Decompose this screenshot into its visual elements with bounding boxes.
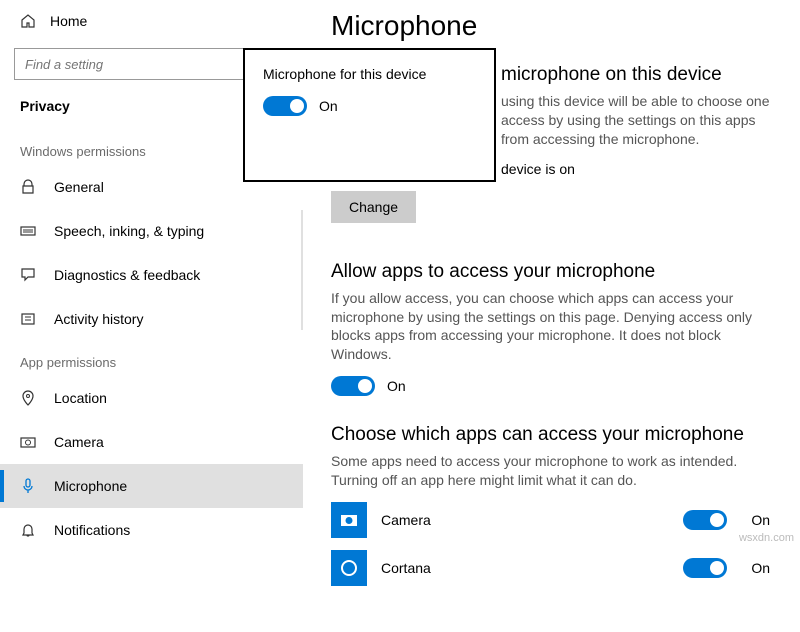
nav-label: Speech, inking, & typing	[54, 223, 204, 239]
section-allow-apps-desc: If you allow access, you can choose whic…	[331, 289, 770, 365]
sidebar-item-location[interactable]: Location	[0, 376, 303, 420]
location-icon	[20, 390, 36, 406]
sidebar-item-notifications[interactable]: Notifications	[0, 508, 303, 552]
page-title: Microphone	[331, 10, 770, 42]
app-toggle-cortana[interactable]	[683, 558, 727, 578]
home-nav[interactable]: Home	[0, 0, 303, 42]
nav-label: Diagnostics & feedback	[54, 267, 200, 283]
sidebar-item-microphone[interactable]: Microphone	[0, 464, 303, 508]
nav-label: Microphone	[54, 478, 127, 494]
popup-toggle-row: On	[263, 96, 476, 116]
home-label: Home	[50, 13, 87, 29]
popup-title: Microphone for this device	[263, 66, 476, 82]
sidebar-item-diagnostics[interactable]: Diagnostics & feedback	[0, 253, 303, 297]
allow-apps-toggle-label: On	[387, 378, 406, 394]
app-name: Cortana	[381, 560, 683, 576]
keyboard-icon	[20, 223, 36, 239]
app-toggle-label: On	[751, 560, 770, 576]
watermark: wsxdn.com	[739, 532, 794, 544]
app-name: Camera	[381, 512, 683, 528]
change-button[interactable]: Change	[331, 191, 416, 223]
section-choose-apps-desc: Some apps need to access your microphone…	[331, 452, 770, 490]
nav-label: Camera	[54, 434, 104, 450]
nav-label: Notifications	[54, 522, 130, 538]
nav-label: General	[54, 179, 104, 195]
nav-label: Activity history	[54, 311, 143, 327]
app-toggle-camera[interactable]	[683, 510, 727, 530]
app-icon-camera	[331, 502, 367, 538]
feedback-icon	[20, 267, 36, 283]
app-icon-cortana	[331, 550, 367, 586]
sidebar-item-speech[interactable]: Speech, inking, & typing	[0, 209, 303, 253]
nav-label: Location	[54, 390, 107, 406]
microphone-icon	[20, 478, 36, 494]
allow-apps-toggle[interactable]	[331, 376, 375, 396]
lock-icon	[20, 179, 36, 195]
allow-apps-toggle-row: On	[331, 376, 770, 396]
app-row-cortana: Cortana On	[331, 550, 770, 586]
bell-icon	[20, 522, 36, 538]
app-row-camera: Camera On	[331, 502, 770, 538]
camera-icon	[20, 434, 36, 450]
sidebar-item-camera[interactable]: Camera	[0, 420, 303, 464]
section-choose-apps-title: Choose which apps can access your microp…	[331, 424, 770, 446]
group-app-permissions: App permissions	[0, 341, 303, 376]
microphone-device-popup: Microphone for this device On	[243, 48, 496, 182]
popup-toggle-label: On	[319, 98, 338, 114]
app-toggle-label: On	[751, 512, 770, 528]
history-icon	[20, 311, 36, 327]
sidebar-item-activity[interactable]: Activity history	[0, 297, 303, 341]
home-icon	[20, 13, 36, 29]
popup-toggle[interactable]	[263, 96, 307, 116]
section-allow-apps-title: Allow apps to access your microphone	[331, 261, 770, 283]
